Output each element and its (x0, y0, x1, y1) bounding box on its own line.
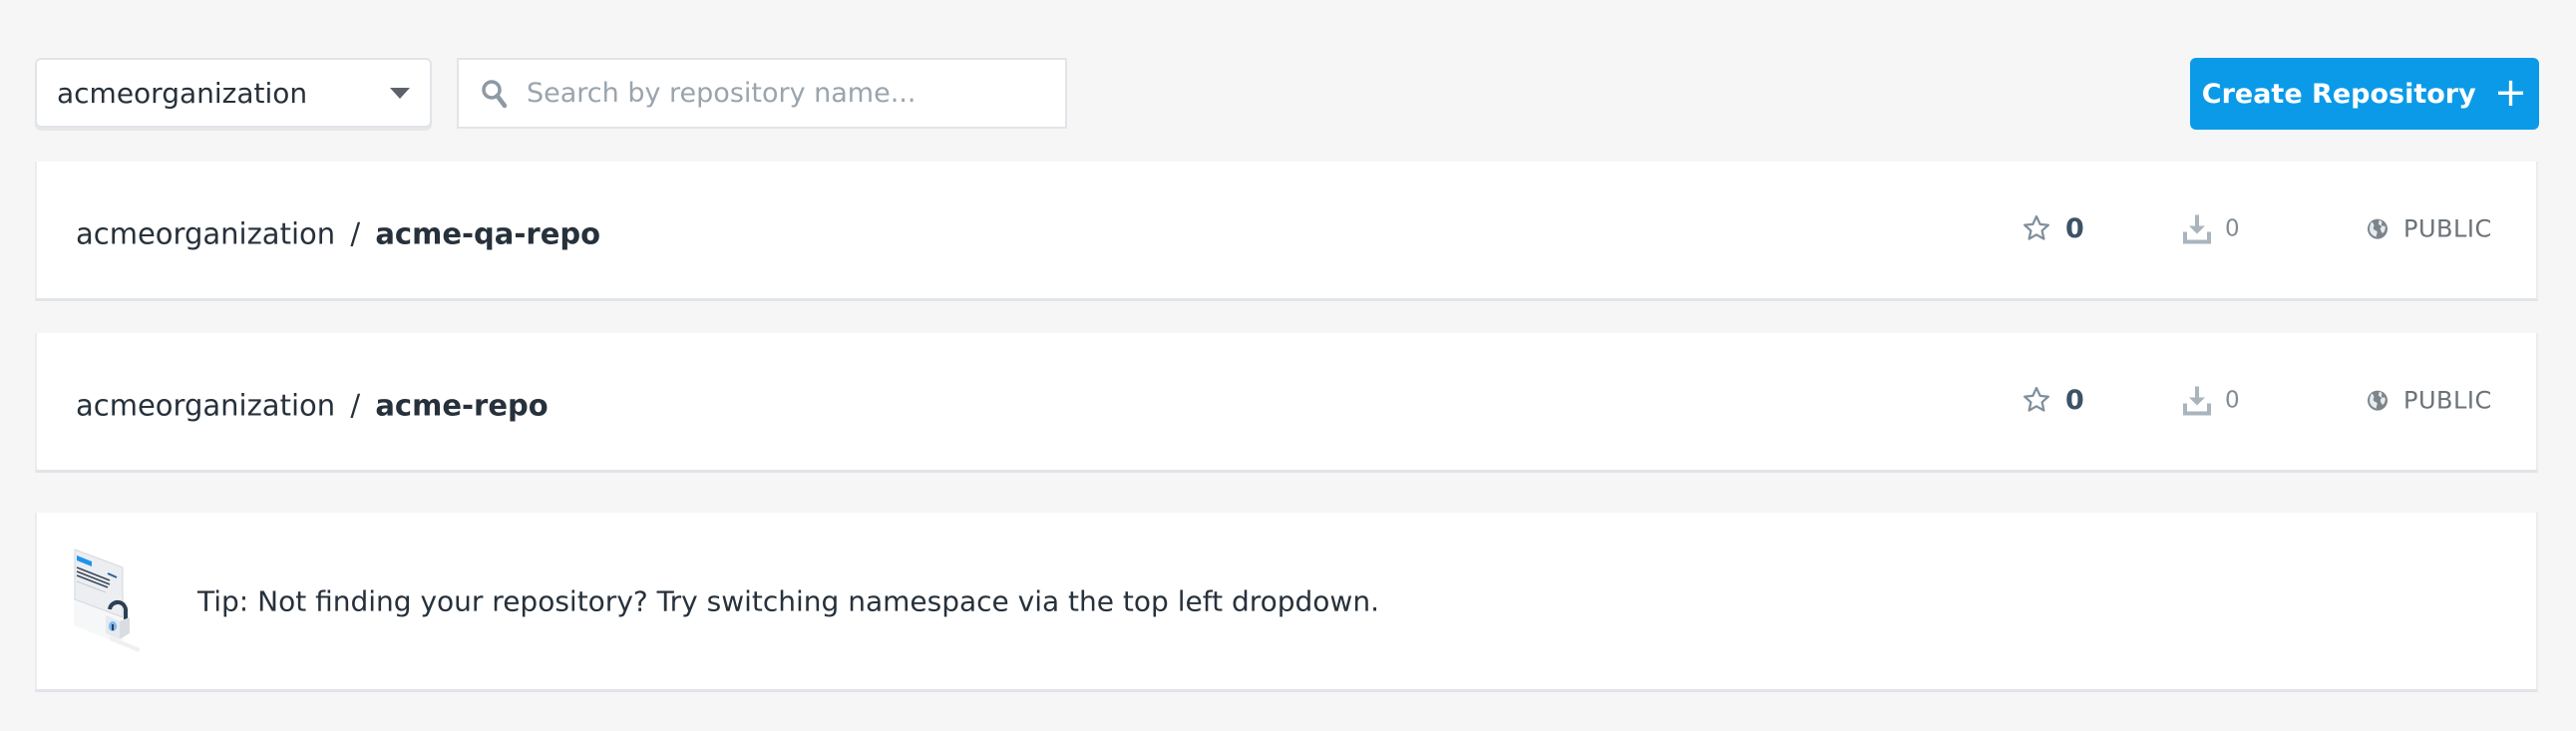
locked-document-illustration (74, 548, 140, 652)
globe-icon (2368, 218, 2388, 239)
pull-count: 0 (2183, 385, 2240, 415)
repository-separator: / (341, 215, 370, 250)
visibility-badge: PUBLIC (2366, 214, 2492, 242)
repository-name: acme-repo (375, 387, 549, 422)
search-box (457, 58, 1067, 129)
star-outline-icon (2024, 214, 2049, 240)
pull-count: 0 (2183, 213, 2240, 243)
create-repository-label: Create Repository (2201, 78, 2476, 110)
tip-text: Tip: Not finding your repository? Try sw… (197, 584, 1379, 617)
repository-separator: / (341, 387, 370, 422)
download-icon (2183, 386, 2211, 415)
repository-namespace: acmeorganization (76, 387, 336, 422)
download-icon (2183, 214, 2211, 243)
visibility-label: PUBLIC (2403, 386, 2492, 415)
star-count: 0 (2022, 384, 2084, 415)
namespace-select-value: acmeorganization (57, 76, 308, 110)
pull-count-value: 0 (2225, 215, 2240, 241)
star-count-value: 0 (2065, 212, 2084, 244)
repository-title[interactable]: acmeorganization / acme-qa-repo (76, 216, 600, 250)
tip-card: Tip: Not finding your repository? Try sw… (35, 513, 2538, 692)
repository-namespace: acmeorganization (76, 215, 336, 250)
star-outline-icon (2024, 386, 2049, 412)
visibility-label: PUBLIC (2403, 214, 2492, 243)
repository-card[interactable]: acmeorganization / acme-qa-repo 0 0 PUBL… (35, 162, 2538, 301)
toolbar: acmeorganization Create Repository + (0, 0, 2576, 162)
chevron-down-icon (390, 87, 410, 99)
namespace-select[interactable]: acmeorganization (35, 58, 432, 128)
repository-card[interactable]: acmeorganization / acme-repo 0 0 PUBLIC (35, 333, 2538, 473)
search-icon (482, 79, 508, 108)
visibility-badge: PUBLIC (2366, 386, 2492, 414)
star-count-value: 0 (2065, 384, 2084, 416)
globe-icon (2368, 390, 2388, 411)
repository-name: acme-qa-repo (375, 215, 601, 250)
repository-title[interactable]: acmeorganization / acme-repo (76, 388, 549, 422)
plus-icon: + (2493, 69, 2528, 116)
search-input[interactable] (527, 78, 1043, 109)
star-count: 0 (2022, 212, 2084, 243)
pull-count-value: 0 (2225, 387, 2240, 413)
create-repository-button[interactable]: Create Repository + (2190, 58, 2539, 130)
